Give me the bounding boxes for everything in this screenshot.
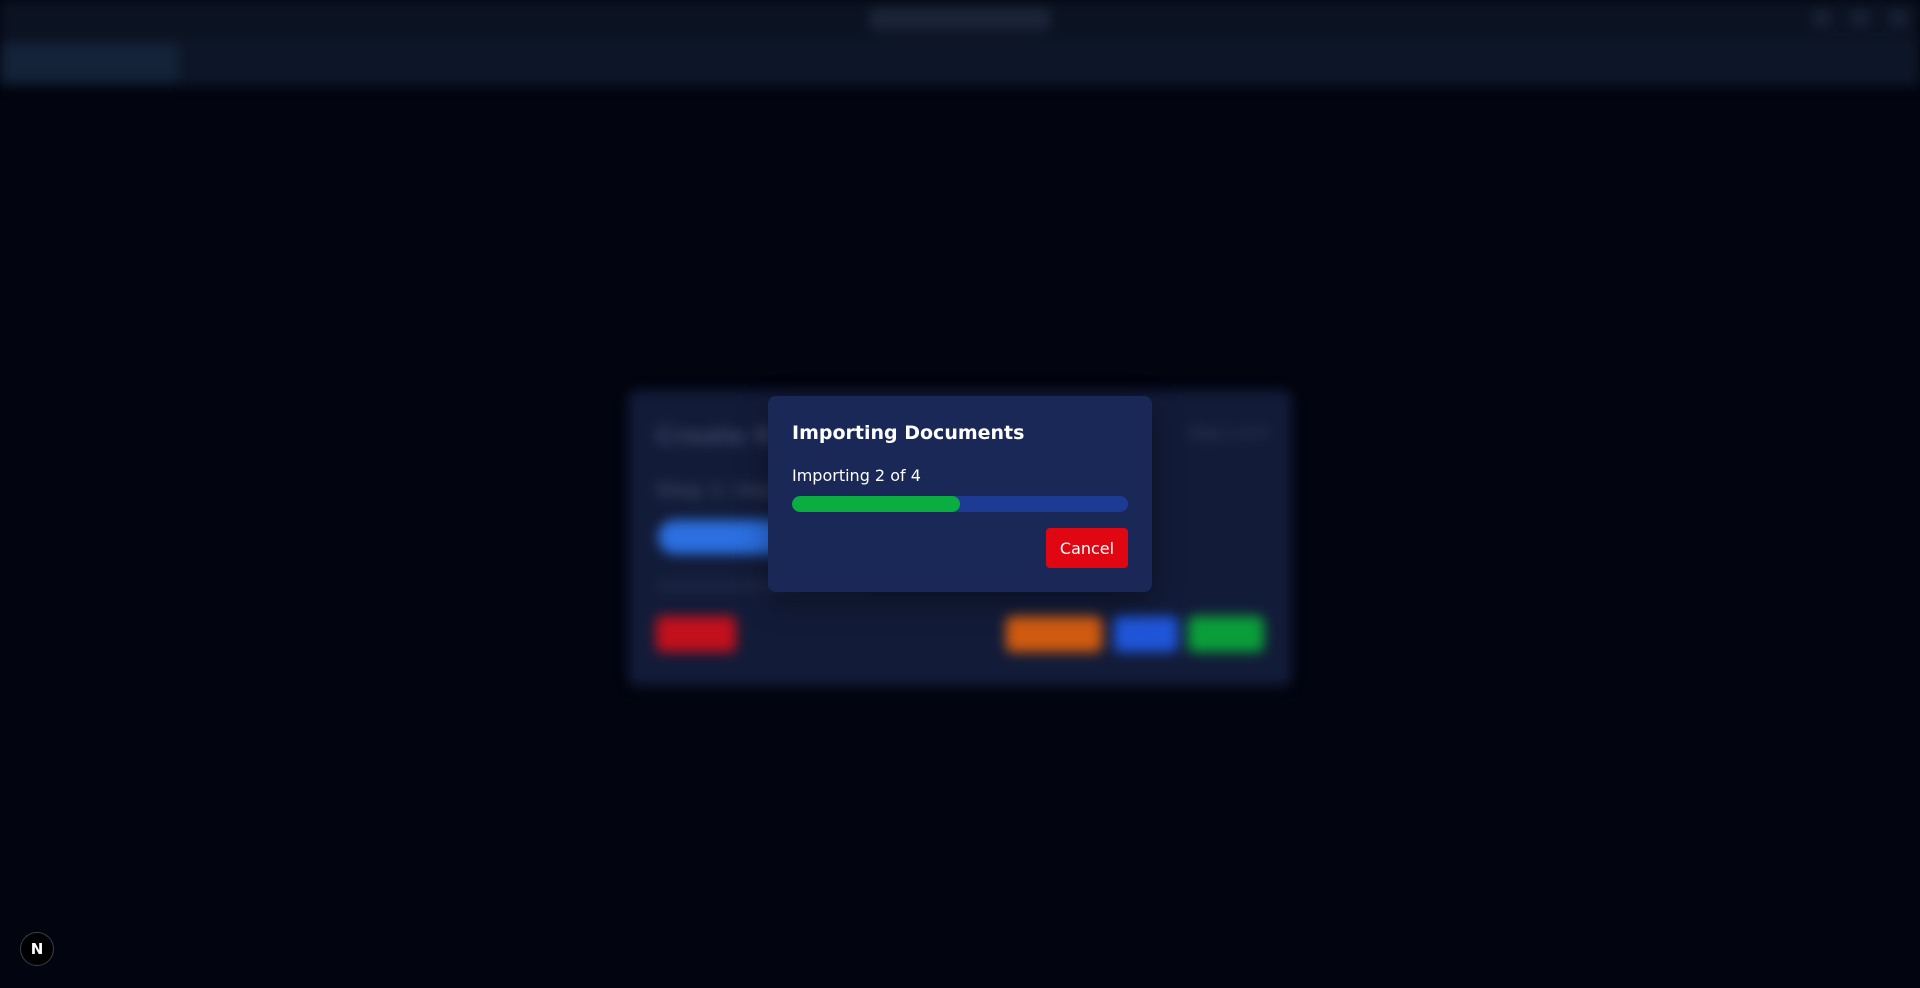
background-secondary-button[interactable] [1006,616,1102,652]
background-dialog-subtitle: Step 1: Impo [656,480,786,501]
background-back-button[interactable] [1114,616,1178,652]
n-logo-icon[interactable]: N [20,932,54,966]
app-window: Create Re Step 1 of 4 Step 1: Impo Impor… [0,0,1920,988]
title-bar [0,0,1920,40]
import-progress-fill [792,496,960,512]
window-title [870,8,1050,30]
maximize-icon[interactable] [1852,10,1868,26]
import-progress-bar [792,496,1128,512]
background-next-button[interactable] [1188,616,1264,652]
close-icon[interactable] [1890,10,1906,26]
toolbar [0,40,1920,86]
toolbar-tab[interactable] [0,44,178,82]
minimize-icon[interactable] [1814,10,1830,26]
dialog-title: Importing Documents [792,422,1025,444]
cancel-button[interactable]: Cancel [1046,528,1128,568]
import-status-text: Importing 2 of 4 [792,466,921,485]
background-cancel-button[interactable] [656,616,736,652]
import-progress-dialog: Importing Documents Importing 2 of 4 Can… [768,396,1152,592]
background-step-label: Step 1 of 4 [1189,426,1266,442]
